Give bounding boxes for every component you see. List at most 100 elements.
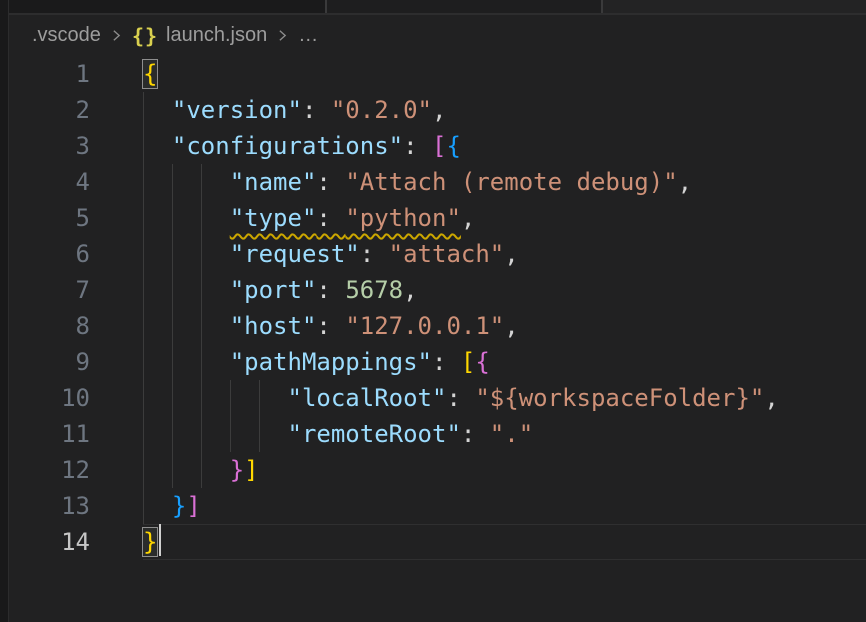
code-line[interactable]: "localRoot": "${workspaceFolder}",	[143, 380, 866, 416]
line-number[interactable]: 6	[10, 236, 90, 272]
indent-guide	[143, 416, 144, 452]
line-number[interactable]: 10	[10, 380, 90, 416]
indent-guide	[201, 416, 202, 452]
code-row: 5 "type": "python",	[10, 200, 866, 236]
line-number[interactable]: 8	[10, 308, 90, 344]
syntax-token: :	[360, 240, 389, 268]
line-number[interactable]: 14	[10, 524, 90, 560]
syntax-token: :	[316, 276, 345, 304]
chevron-right-icon	[274, 27, 291, 44]
indent-guide	[172, 416, 173, 452]
indent-guide	[172, 308, 173, 344]
indent-guide	[201, 452, 202, 488]
syntax-token: [	[461, 348, 475, 376]
syntax-token	[143, 168, 230, 196]
syntax-token	[143, 312, 230, 340]
code-line[interactable]: }]	[143, 488, 866, 524]
indent-guide	[172, 380, 173, 416]
syntax-token: "0.2.0"	[331, 96, 432, 124]
syntax-token: }	[172, 492, 186, 520]
syntax-token: :	[302, 96, 331, 124]
breadcrumb: .vscode {} launch.json …	[10, 15, 866, 56]
tab-remnant[interactable]	[0, 0, 325, 13]
syntax-token: :	[446, 384, 475, 412]
syntax-token: }	[230, 456, 244, 484]
line-number[interactable]: 5	[10, 200, 90, 236]
code-line[interactable]: "name": "Attach (remote debug)",	[143, 164, 866, 200]
bracket-match: }	[143, 528, 157, 556]
line-number[interactable]: 1	[10, 56, 90, 92]
syntax-token: "127.0.0.1"	[345, 312, 504, 340]
indent-guide	[172, 272, 173, 308]
indent-guide	[172, 164, 173, 200]
line-number[interactable]: 13	[10, 488, 90, 524]
line-number[interactable]: 4	[10, 164, 90, 200]
code-line[interactable]: "version": "0.2.0",	[143, 92, 866, 128]
line-number[interactable]: 7	[10, 272, 90, 308]
code-line[interactable]: "remoteRoot": "."	[143, 416, 866, 452]
code-line[interactable]: }]	[143, 452, 866, 488]
syntax-token: "pathMappings"	[230, 348, 432, 376]
indent-guide	[143, 272, 144, 308]
syntax-token: "configurations"	[172, 132, 403, 160]
syntax-token: ,	[504, 240, 518, 268]
syntax-token: ,	[504, 312, 518, 340]
line-number[interactable]: 3	[10, 128, 90, 164]
syntax-token: "port"	[230, 276, 317, 304]
indent-guide	[201, 200, 202, 236]
editor-code-area[interactable]: 1{2 "version": "0.2.0",3 "configurations…	[10, 56, 866, 622]
json-file-icon: {}	[132, 24, 158, 48]
syntax-token: {	[475, 348, 489, 376]
syntax-token	[143, 420, 288, 448]
indent-guide	[143, 308, 144, 344]
breadcrumb-symbol-ellipsis[interactable]: …	[298, 24, 318, 47]
indent-guide	[172, 200, 173, 236]
indent-guide	[172, 452, 173, 488]
syntax-token: :	[432, 348, 461, 376]
syntax-token	[143, 492, 172, 520]
indent-guide	[143, 380, 144, 416]
code-line[interactable]: {	[143, 56, 866, 92]
line-number[interactable]: 11	[10, 416, 90, 452]
breadcrumb-file[interactable]: launch.json	[166, 24, 267, 47]
code-row: 9 "pathMappings": [{	[10, 344, 866, 380]
indent-guide	[201, 272, 202, 308]
syntax-token	[143, 384, 288, 412]
syntax-token: [	[432, 132, 446, 160]
code-row: 8 "host": "127.0.0.1",	[10, 308, 866, 344]
syntax-token: :	[461, 420, 490, 448]
code-row: 6 "request": "attach",	[10, 236, 866, 272]
code-line[interactable]: "configurations": [{	[143, 128, 866, 164]
indent-guide	[143, 452, 144, 488]
code-row: 1{	[10, 56, 866, 92]
code-line[interactable]: "pathMappings": [{	[143, 344, 866, 380]
code-line[interactable]: "port": 5678,	[143, 272, 866, 308]
syntax-token: "host"	[230, 312, 317, 340]
indent-guide	[259, 416, 260, 452]
syntax-token: {	[446, 132, 460, 160]
code-line[interactable]: "host": "127.0.0.1",	[143, 308, 866, 344]
syntax-token: "."	[490, 420, 533, 448]
tab-bar	[0, 0, 866, 15]
bracket-match: {	[143, 60, 157, 88]
tab-remnant[interactable]	[325, 0, 601, 13]
tab-remnant[interactable]	[601, 0, 866, 13]
line-number[interactable]: 2	[10, 92, 90, 128]
line-number[interactable]: 9	[10, 344, 90, 380]
code-row: 4 "name": "Attach (remote debug)",	[10, 164, 866, 200]
line-number[interactable]: 12	[10, 452, 90, 488]
syntax-token: :	[316, 204, 345, 232]
code-row: 11 "remoteRoot": "."	[10, 416, 866, 452]
syntax-token: "Attach (remote debug)"	[345, 168, 677, 196]
breadcrumb-folder[interactable]: .vscode	[32, 24, 101, 47]
syntax-token: ,	[678, 168, 692, 196]
code-line[interactable]: }	[143, 524, 866, 560]
code-row: 3 "configurations": [{	[10, 128, 866, 164]
code-line[interactable]: "type": "python",	[143, 200, 866, 236]
syntax-token: ]	[186, 492, 200, 520]
code-line[interactable]: "request": "attach",	[143, 236, 866, 272]
syntax-token: ,	[764, 384, 778, 412]
indent-guide	[143, 164, 144, 200]
syntax-token	[143, 456, 230, 484]
indent-guide	[143, 344, 144, 380]
